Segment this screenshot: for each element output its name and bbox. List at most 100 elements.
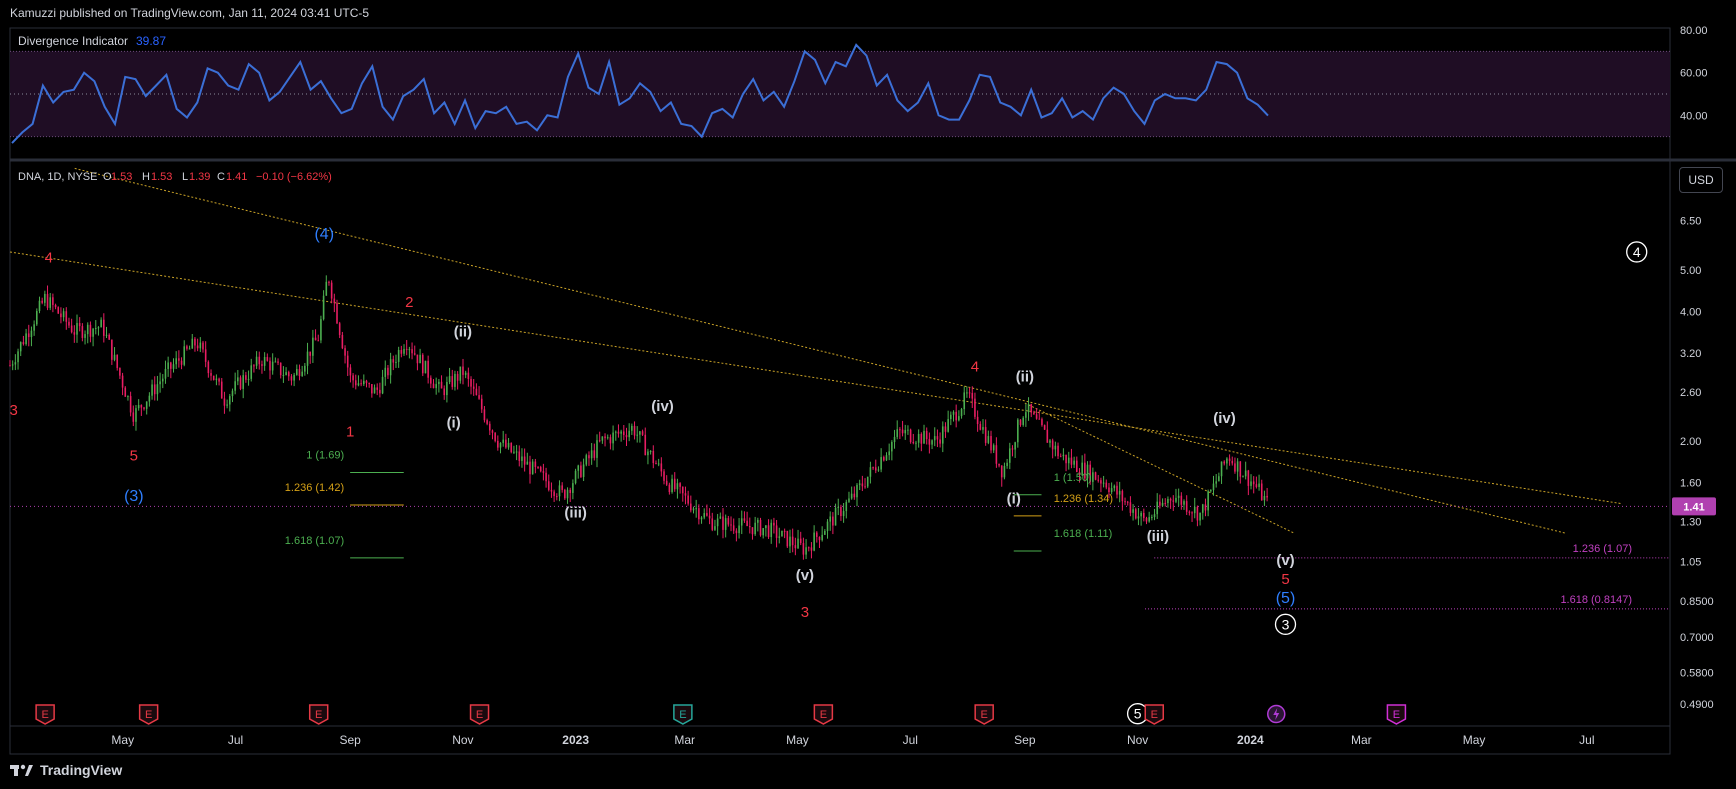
candle[interactable] <box>1062 454 1065 457</box>
candle[interactable] <box>228 396 231 405</box>
candle[interactable] <box>432 383 435 389</box>
candle[interactable] <box>312 337 314 356</box>
candle[interactable] <box>1100 480 1102 484</box>
candle[interactable] <box>521 456 523 461</box>
candle[interactable] <box>614 431 617 433</box>
candle[interactable] <box>1019 419 1022 425</box>
candle[interactable] <box>722 516 724 530</box>
candle[interactable] <box>644 434 647 456</box>
candle[interactable] <box>891 442 893 452</box>
candle[interactable] <box>400 349 403 354</box>
candle[interactable] <box>606 437 609 439</box>
candle[interactable] <box>1167 498 1169 504</box>
candle[interactable] <box>454 373 456 387</box>
candle[interactable] <box>781 530 783 537</box>
candle[interactable] <box>9 365 11 367</box>
candle[interactable] <box>1008 448 1011 463</box>
candle[interactable] <box>263 357 266 366</box>
candle[interactable] <box>352 375 354 381</box>
candle[interactable] <box>1159 501 1161 506</box>
candle[interactable] <box>639 431 641 435</box>
candle[interactable] <box>944 426 947 432</box>
candle[interactable] <box>826 521 829 532</box>
candle[interactable] <box>1175 497 1177 502</box>
candle[interactable] <box>695 508 697 510</box>
candle[interactable] <box>1046 429 1049 443</box>
candle[interactable] <box>885 455 888 461</box>
candle[interactable] <box>344 348 346 356</box>
candle[interactable] <box>145 401 148 409</box>
candle[interactable] <box>293 374 295 381</box>
candle[interactable] <box>341 334 344 349</box>
candle[interactable] <box>816 532 818 537</box>
candle[interactable] <box>692 508 695 511</box>
candle[interactable] <box>368 383 370 385</box>
candle[interactable] <box>834 507 837 526</box>
candle[interactable] <box>1231 460 1234 464</box>
candle[interactable] <box>57 307 60 314</box>
candle[interactable] <box>775 525 778 538</box>
candle[interactable] <box>636 434 639 436</box>
candle[interactable] <box>856 484 858 498</box>
candle[interactable] <box>915 442 917 444</box>
candle[interactable] <box>740 518 743 526</box>
earnings-event-marker[interactable]: E <box>308 704 329 725</box>
candle[interactable] <box>54 304 57 308</box>
candle[interactable] <box>178 358 180 361</box>
candle[interactable] <box>11 364 14 366</box>
candle[interactable] <box>360 383 362 385</box>
candle[interactable] <box>1035 414 1038 419</box>
candle[interactable] <box>660 463 663 472</box>
candle[interactable] <box>708 515 711 519</box>
candle[interactable] <box>673 478 676 490</box>
candle[interactable] <box>1252 481 1255 485</box>
candle[interactable] <box>850 493 853 499</box>
candle[interactable] <box>376 387 379 390</box>
candle[interactable] <box>577 465 580 471</box>
candle[interactable] <box>631 425 633 431</box>
candle[interactable] <box>529 461 531 475</box>
trendline[interactable] <box>74 167 1567 534</box>
candle[interactable] <box>381 376 384 394</box>
earnings-event-marker[interactable]: E <box>974 704 994 725</box>
candle[interactable] <box>44 293 46 303</box>
earnings-event-marker[interactable]: E <box>1144 704 1164 725</box>
trendline[interactable] <box>1024 402 1295 534</box>
candle[interactable] <box>68 321 70 326</box>
candle[interactable] <box>1137 516 1140 519</box>
candle[interactable] <box>218 378 220 382</box>
candle[interactable] <box>539 467 542 472</box>
candle[interactable] <box>1183 501 1185 505</box>
candle[interactable] <box>459 366 462 381</box>
candle[interactable] <box>204 349 207 362</box>
candle[interactable] <box>1164 502 1167 504</box>
candle[interactable] <box>379 389 381 394</box>
candle[interactable] <box>1242 476 1244 478</box>
candle[interactable] <box>751 527 754 535</box>
candle[interactable] <box>470 378 472 387</box>
candle[interactable] <box>676 483 679 490</box>
candle[interactable] <box>984 427 987 443</box>
candle[interactable] <box>1177 495 1180 498</box>
candle[interactable] <box>832 516 834 526</box>
candle[interactable] <box>328 281 330 283</box>
candle[interactable] <box>60 313 62 318</box>
candle[interactable] <box>148 395 151 402</box>
candle[interactable] <box>151 384 153 396</box>
candle[interactable] <box>1226 458 1228 464</box>
candle[interactable] <box>1067 457 1070 464</box>
candle[interactable] <box>641 431 644 435</box>
candle[interactable] <box>411 349 413 354</box>
candle[interactable] <box>714 526 716 530</box>
candle[interactable] <box>502 439 504 443</box>
candle[interactable] <box>805 547 807 555</box>
currency-button[interactable]: USD <box>1679 167 1723 193</box>
candle[interactable] <box>974 398 976 417</box>
candle[interactable] <box>167 362 169 369</box>
candle[interactable] <box>1156 501 1159 515</box>
candle[interactable] <box>480 398 483 410</box>
candle[interactable] <box>679 483 681 487</box>
candle[interactable] <box>813 532 815 551</box>
candle[interactable] <box>419 354 421 364</box>
candle[interactable] <box>601 436 604 441</box>
